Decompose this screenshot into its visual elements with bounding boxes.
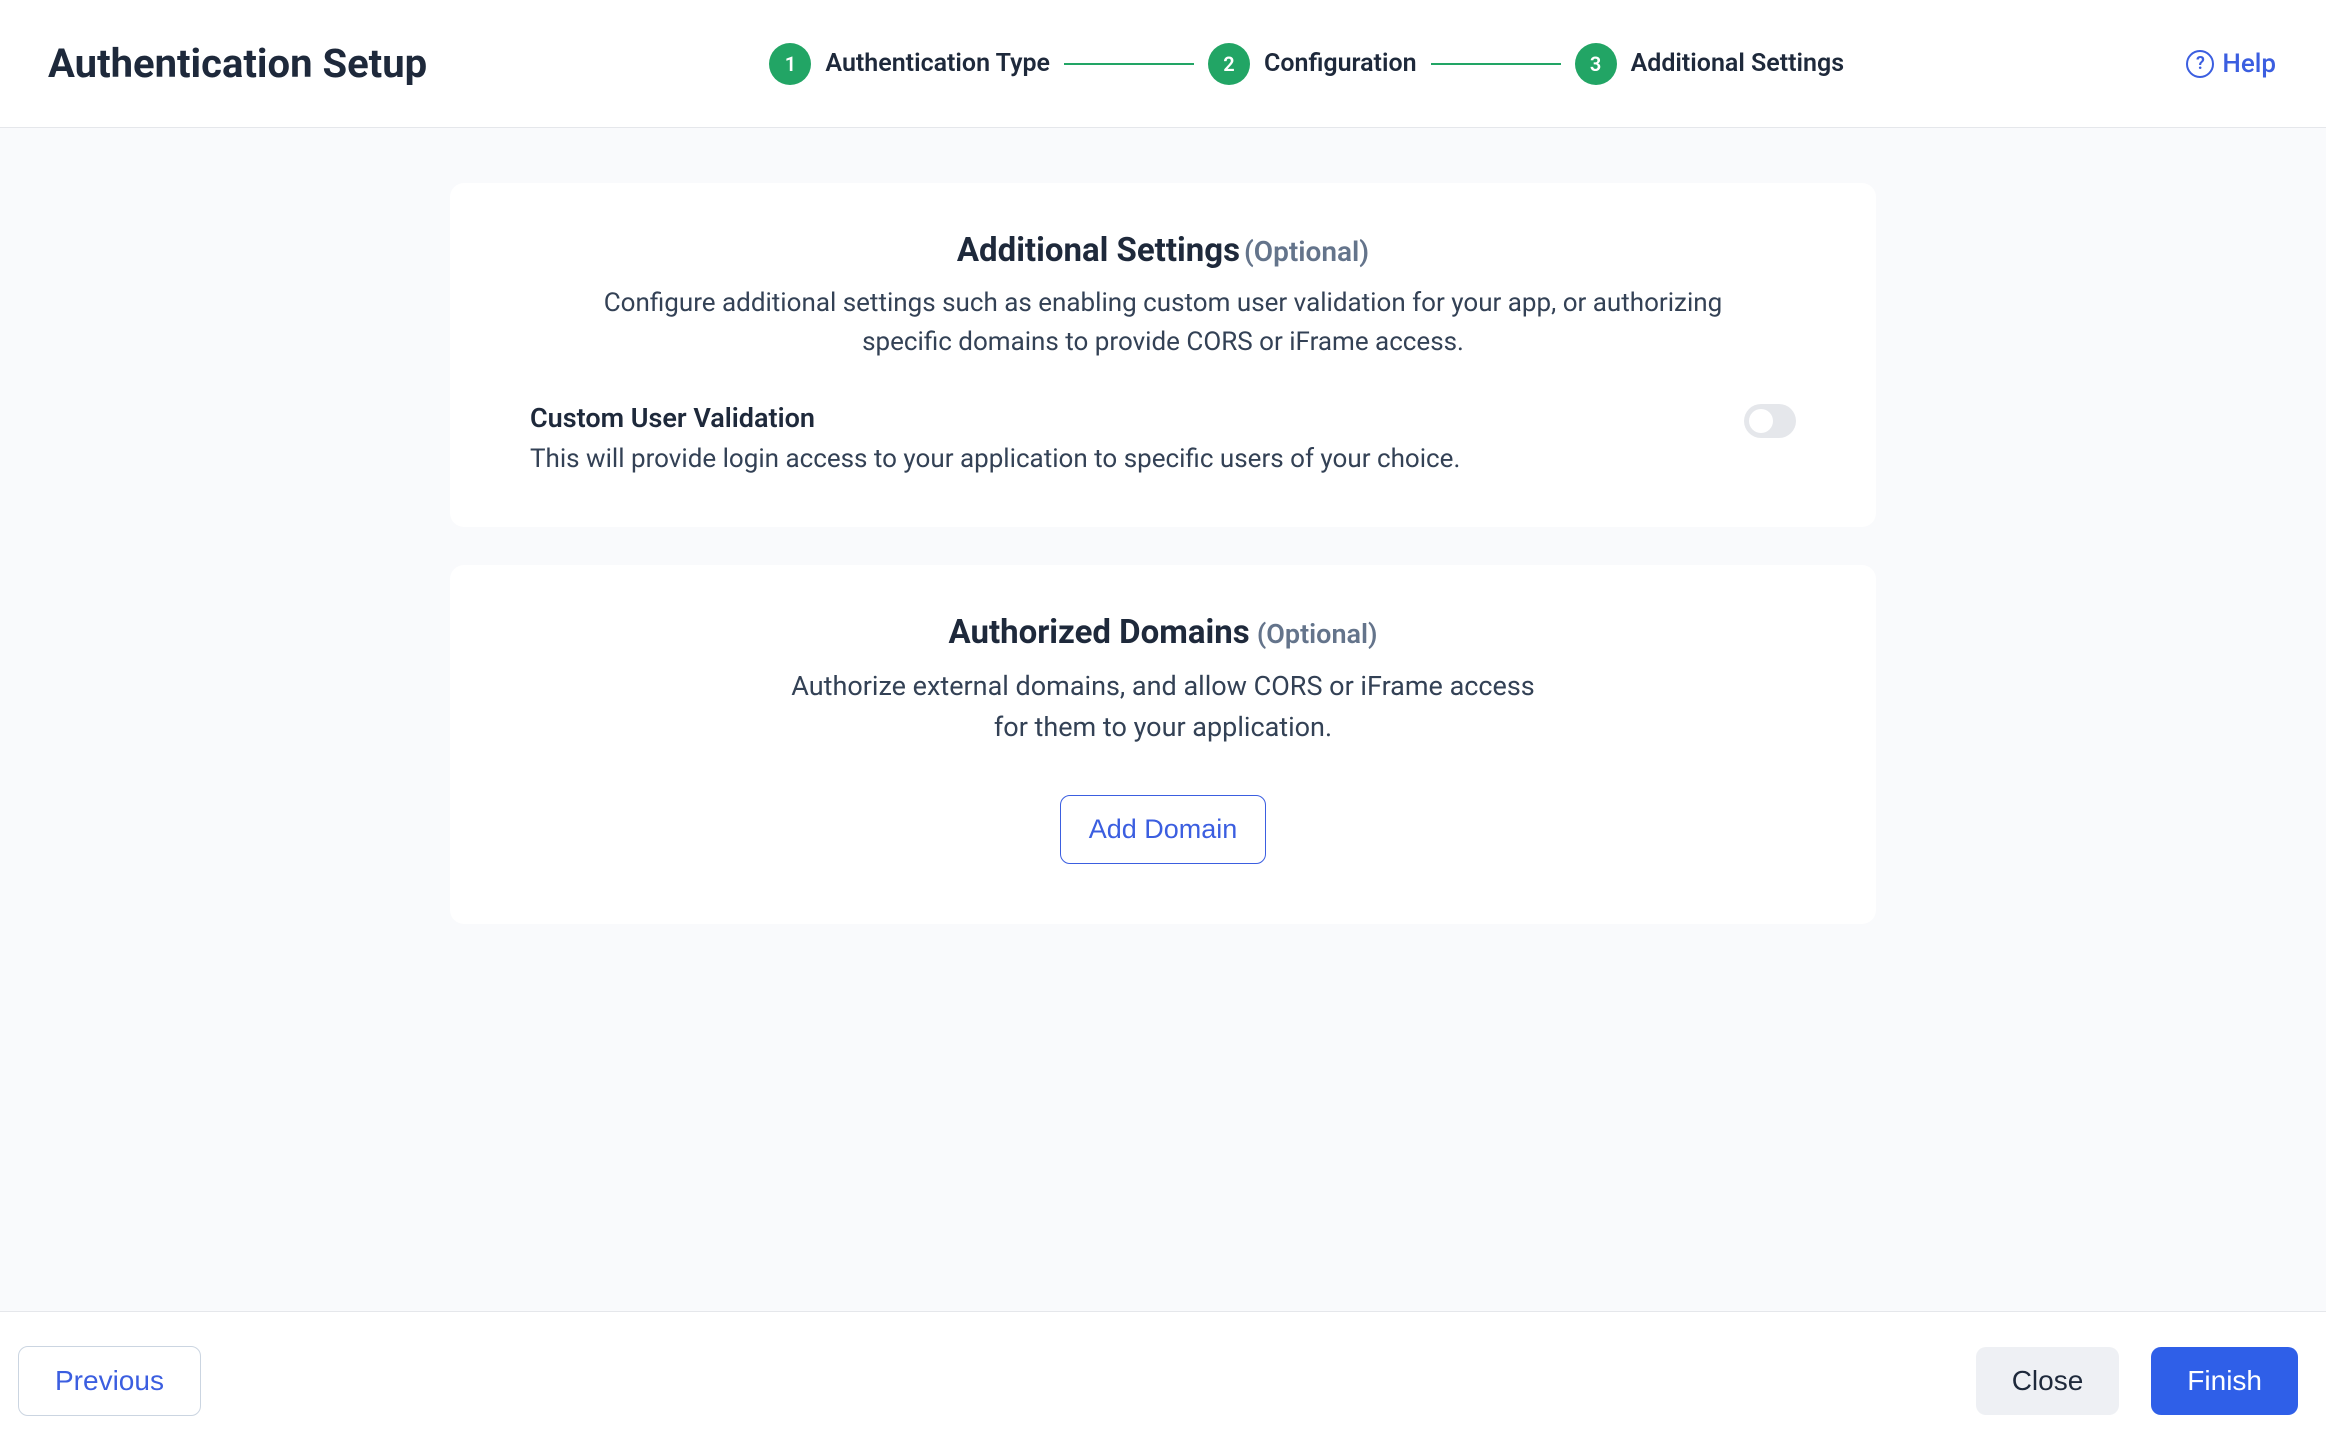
card-description: Authorize external domains, and allow CO…	[773, 666, 1553, 747]
previous-button[interactable]: Previous	[18, 1346, 201, 1416]
step-label-3: Additional Settings	[1631, 49, 1845, 78]
optional-tag: (Optional)	[1244, 235, 1369, 268]
stepper: 1 Authentication Type 2 Configuration 3 …	[487, 43, 2126, 85]
step-additional-settings[interactable]: 3 Additional Settings	[1575, 43, 1845, 85]
step-number-3: 3	[1575, 43, 1617, 85]
card-description: Configure additional settings such as en…	[588, 284, 1738, 362]
close-button[interactable]: Close	[1976, 1347, 2120, 1415]
step-number-2: 2	[1208, 43, 1250, 85]
finish-button[interactable]: Finish	[2151, 1347, 2298, 1415]
step-number-1: 1	[769, 43, 811, 85]
help-label: Help	[2222, 49, 2276, 79]
help-icon: ?	[2186, 50, 2214, 78]
setting-title: Custom User Validation	[530, 402, 1704, 434]
toggle-knob	[1749, 409, 1773, 433]
step-authentication-type[interactable]: 1 Authentication Type	[769, 43, 1050, 85]
additional-settings-card: Additional Settings (Optional) Configure…	[450, 183, 1876, 527]
step-label-1: Authentication Type	[825, 49, 1050, 78]
content-area: Additional Settings (Optional) Configure…	[0, 128, 2326, 1311]
step-connector	[1064, 63, 1194, 65]
custom-user-validation-row: Custom User Validation This will provide…	[530, 402, 1796, 479]
page-title: Authentication Setup	[48, 40, 427, 87]
custom-user-validation-toggle[interactable]	[1744, 404, 1796, 438]
add-domain-button[interactable]: Add Domain	[1060, 795, 1267, 864]
help-link[interactable]: ? Help	[2186, 49, 2276, 79]
step-connector	[1431, 63, 1561, 65]
authorized-domains-card: Authorized Domains (Optional) Authorize …	[450, 565, 1876, 924]
card-title: Additional Settings	[957, 231, 1240, 270]
footer: Previous Close Finish	[0, 1311, 2326, 1450]
step-configuration[interactable]: 2 Configuration	[1208, 43, 1417, 85]
optional-tag: (Optional)	[1257, 618, 1378, 650]
card-title: Authorized Domains	[948, 613, 1249, 652]
step-label-2: Configuration	[1264, 49, 1417, 78]
setting-description: This will provide login access to your a…	[530, 440, 1704, 479]
